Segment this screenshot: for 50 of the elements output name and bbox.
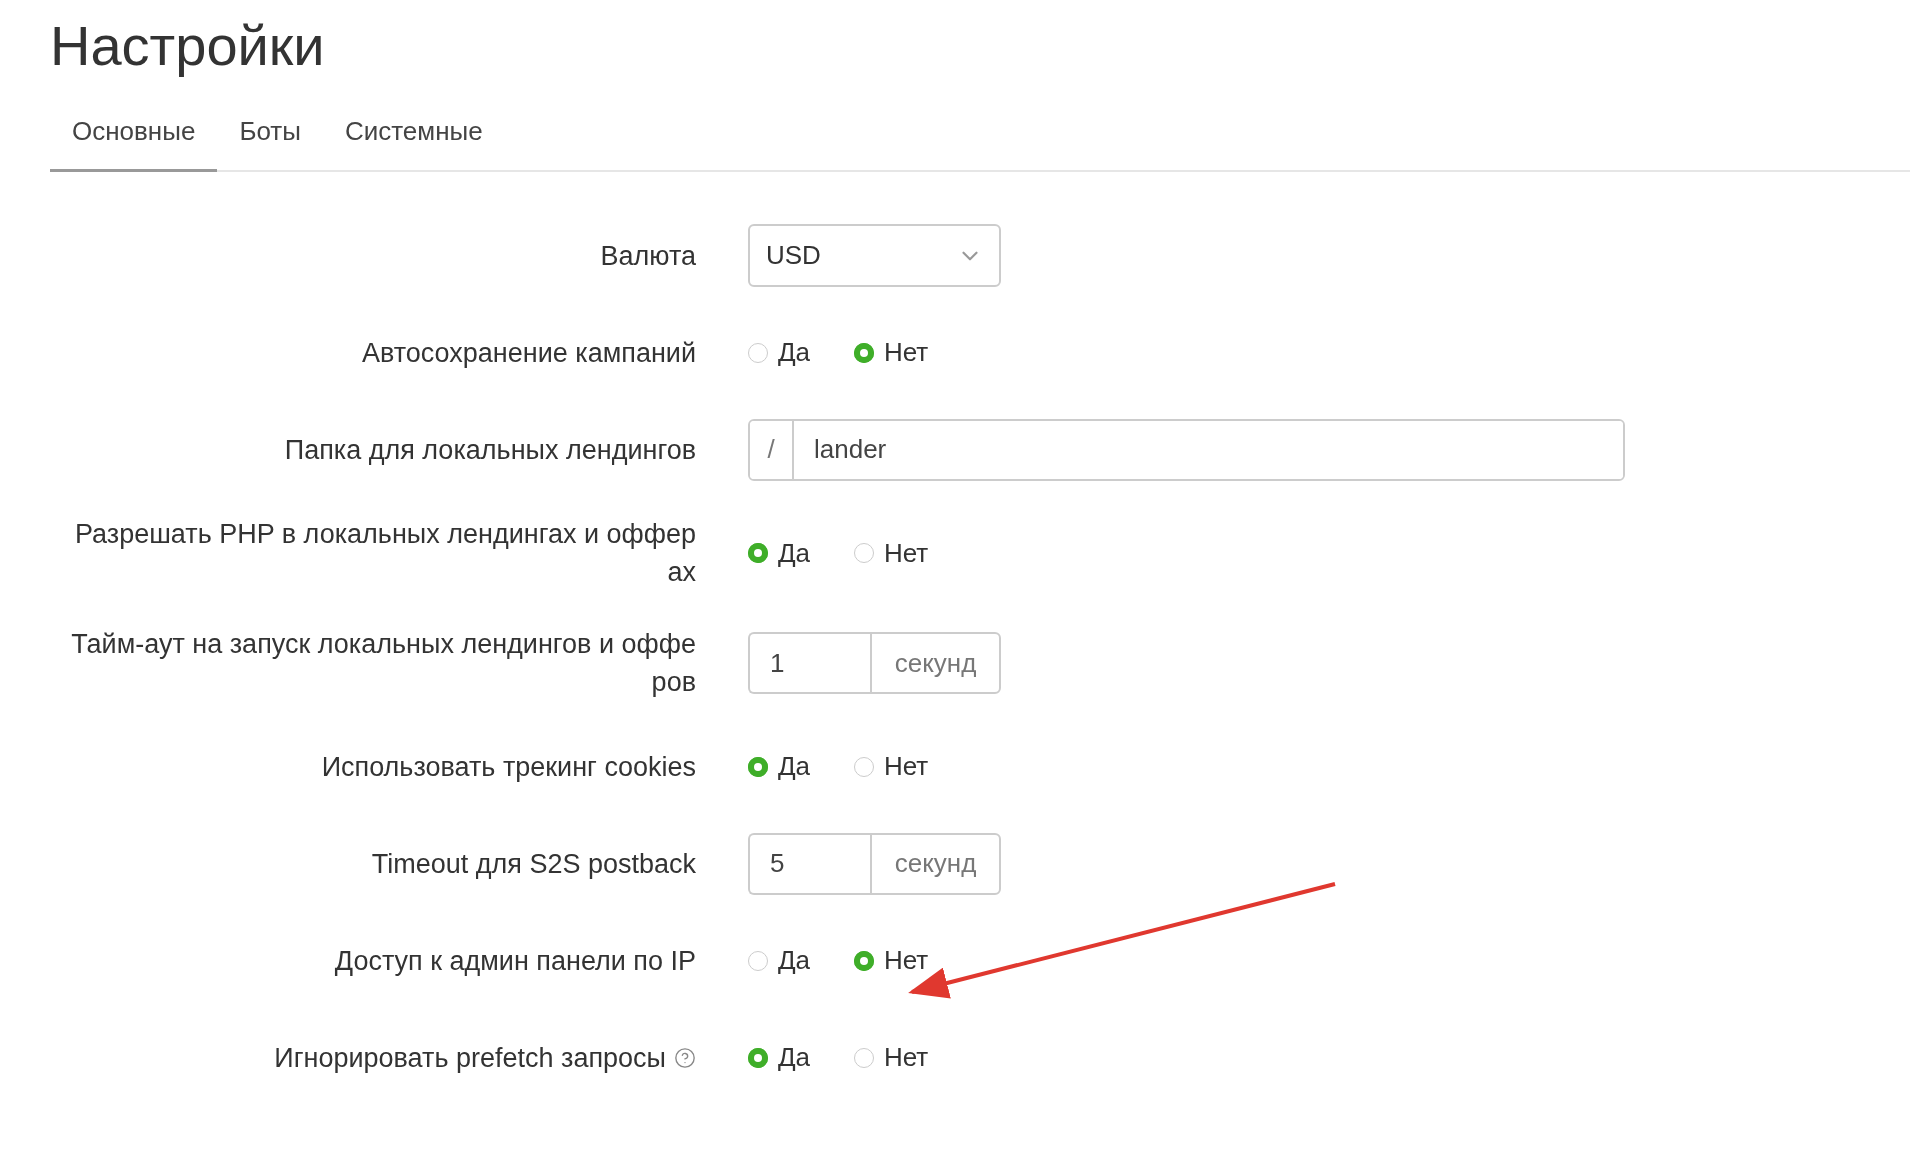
radio-option[interactable]: Да (748, 1042, 854, 1073)
field-label: Разрешать PHP в локальных лендингах и офферах (73, 518, 696, 589)
field-label: Папка для локальных лендингов (284, 433, 696, 467)
radio-button[interactable] (854, 342, 874, 363)
radio-button[interactable] (748, 543, 768, 563)
number-input[interactable]: 5 (748, 832, 870, 895)
number-input[interactable]: 1 (748, 632, 870, 694)
radio-button[interactable] (854, 1047, 874, 1068)
field-label: Валюта (600, 239, 696, 273)
radio-label: Нет (884, 751, 929, 782)
radio-label: Да (778, 751, 811, 782)
radio-option[interactable]: Да (748, 751, 854, 782)
radio-button[interactable] (748, 950, 768, 971)
radio-label: Да (778, 1042, 811, 1073)
radio-option[interactable]: Да (748, 945, 854, 976)
radio-label: Нет (884, 1042, 929, 1073)
radio-button[interactable] (748, 1047, 768, 1068)
radio-option[interactable]: Нет (854, 337, 960, 368)
radio-label: Да (778, 337, 811, 368)
tab[interactable]: Боты (217, 108, 323, 172)
field-label: Автосохранение кампаний (361, 336, 696, 370)
radio-button[interactable] (854, 756, 874, 777)
unit-suffix: секунд (870, 832, 1001, 895)
field-label: Timeout для S2S postback (371, 847, 696, 881)
radio-label: Нет (884, 537, 929, 569)
radio-button[interactable] (854, 543, 874, 563)
folder-input[interactable]: / lander (748, 418, 1625, 481)
radio-option[interactable]: Да (748, 537, 854, 569)
radio-button[interactable] (854, 950, 874, 971)
unit-suffix: секунд (870, 632, 1001, 694)
tab[interactable]: Основные (50, 108, 218, 172)
radio-label: Да (778, 537, 811, 569)
radio-button[interactable] (748, 342, 768, 363)
tab[interactable]: Системные (322, 108, 505, 172)
radio-option[interactable]: Нет (854, 537, 960, 569)
radio-option[interactable]: Нет (854, 945, 960, 976)
radio-option[interactable]: Нет (854, 1042, 960, 1073)
page-title: Настройки (50, 13, 326, 79)
help-icon[interactable] (674, 1046, 696, 1069)
radio-option[interactable]: Нет (854, 751, 960, 782)
radio-button[interactable] (748, 756, 768, 777)
radio-option[interactable]: Да (748, 337, 854, 368)
radio-label: Нет (884, 945, 929, 976)
field-label: Доступ к админ панели по IP (334, 944, 696, 978)
radio-label: Да (778, 945, 811, 976)
currency-select[interactable]: USD (748, 224, 1001, 287)
field-label: Игнорировать prefetch запросы (274, 1041, 666, 1075)
radio-label: Нет (884, 337, 929, 368)
field-label: Использовать трекинг cookies (321, 750, 696, 784)
field-label: Тайм-аут на запуск локальных лендингов и офферов (71, 628, 696, 699)
